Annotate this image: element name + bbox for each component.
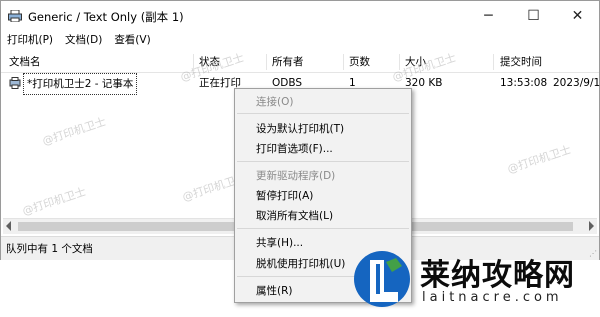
column-header-document-name[interactable]: 文档名 <box>9 52 41 72</box>
watermark: @打印机卫士 <box>505 143 573 176</box>
document-printer-icon <box>9 77 21 89</box>
printer-icon <box>8 10 22 22</box>
document-submit-time: 13:53:08 <box>500 77 548 89</box>
menu-item-printing-preferences[interactable]: 打印首选项(F)... <box>256 141 333 156</box>
menu-item-properties[interactable]: 属性(R) <box>256 283 293 298</box>
maximize-button[interactable]: ☐ <box>511 1 556 31</box>
column-divider[interactable] <box>343 54 344 70</box>
menu-item-share[interactable]: 共享(H)... <box>256 235 303 250</box>
brand-url: laitnacre.com <box>422 290 563 305</box>
menu-item-connect: 连接(O) <box>256 96 294 108</box>
menu-item-pause-printing[interactable]: 暂停打印(A) <box>256 188 313 203</box>
brand-logo-icon <box>354 251 410 307</box>
menu-separator <box>237 113 409 114</box>
title-bar[interactable]: Generic / Text Only (副本 1) ─ ☐ ✕ <box>1 1 599 31</box>
watermark: @打印机卫士 <box>40 115 108 148</box>
close-icon: ✕ <box>571 8 584 24</box>
window-title: Generic / Text Only (副本 1) <box>28 10 184 24</box>
menu-view[interactable]: 查看(V) <box>108 31 156 50</box>
scroll-left-icon[interactable] <box>6 221 11 231</box>
minimize-button[interactable]: ─ <box>466 1 511 31</box>
menu-document[interactable]: 文档(D) <box>59 31 108 50</box>
column-header-submitted[interactable]: 提交时间 <box>500 52 542 72</box>
resize-grip-icon[interactable]: ⋰ <box>589 249 597 258</box>
column-header-owner[interactable]: 所有者 <box>272 52 304 72</box>
brand-name: 莱纳攻略网 <box>420 258 575 293</box>
minimize-icon: ─ <box>484 8 493 24</box>
menu-item-set-default[interactable]: 设为默认打印机(T) <box>256 121 344 136</box>
menu-item-cancel-all[interactable]: 取消所有文档(L) <box>256 208 333 223</box>
scroll-right-icon[interactable] <box>589 221 594 231</box>
menu-item-use-offline[interactable]: 脱机使用打印机(U) <box>256 256 345 271</box>
menu-bar: 打印机(P) 文档(D) 查看(V) <box>1 31 599 50</box>
document-submit-date: 2023/9/1 <box>553 77 600 89</box>
column-divider[interactable] <box>493 54 494 70</box>
document-name: *打印机卫士2 - 记事本 <box>23 73 138 95</box>
menu-printer[interactable]: 打印机(P) <box>1 31 59 50</box>
menu-item-update-driver: 更新驱动程序(D) <box>256 170 336 182</box>
status-text: 队列中有 1 个文档 <box>6 243 93 255</box>
column-divider[interactable] <box>266 54 267 70</box>
maximize-icon: ☐ <box>527 8 540 24</box>
close-button[interactable]: ✕ <box>555 1 600 31</box>
menu-separator <box>237 161 409 162</box>
column-header-row: 文档名 状态 所有者 页数 大小 提交时间 <box>1 52 599 73</box>
watermark: @打印机卫士 <box>20 185 88 218</box>
column-header-pages[interactable]: 页数 <box>349 52 370 72</box>
menu-separator <box>237 228 409 229</box>
